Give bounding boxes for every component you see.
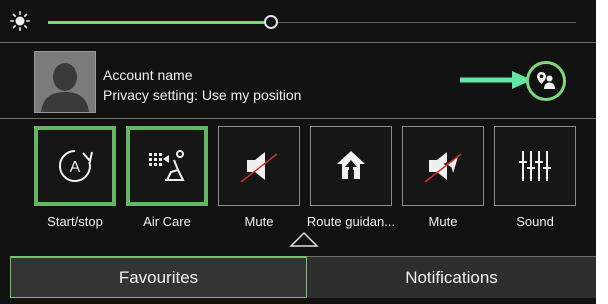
route-guidance-tile[interactable] [310, 126, 392, 206]
expand-handle-icon[interactable] [288, 230, 320, 248]
tab-notifications[interactable]: Notifications [307, 256, 596, 298]
quick-settings-panel: Account name Privacy setting: Use my pos… [0, 0, 596, 304]
slider-thumb[interactable] [264, 15, 278, 29]
privacy-setting[interactable]: Privacy setting: Use my position [103, 87, 301, 103]
sound-tile[interactable] [494, 126, 576, 206]
tab-notifications-label: Notifications [405, 267, 498, 287]
mute-tile[interactable] [218, 126, 300, 206]
equalizer-icon [519, 151, 551, 181]
navigation-mute-icon [424, 152, 462, 183]
person-silhouette-icon [35, 52, 95, 112]
speaker-mute-icon [240, 152, 278, 183]
tile-label: Mute [428, 214, 458, 229]
tile-label: Route guidan... [306, 214, 396, 229]
divider [0, 42, 596, 43]
brightness-slider[interactable] [0, 0, 596, 42]
slider-fill [48, 21, 270, 24]
svg-text:A: A [70, 159, 81, 176]
sun-icon [10, 11, 30, 31]
auto-start-stop-icon: A [59, 149, 93, 182]
route-guidance-icon [337, 151, 365, 179]
divider [0, 118, 596, 119]
start-stop-tile[interactable]: A [34, 126, 116, 206]
tab-favourites-label: Favourites [118, 267, 199, 287]
tile-label: Air Care [143, 214, 191, 229]
air-care-tile[interactable] [126, 126, 208, 206]
user-location-button[interactable] [526, 61, 566, 101]
account-name[interactable]: Account name [103, 67, 193, 83]
navigation-mute-tile[interactable] [402, 126, 484, 206]
tab-favourites[interactable]: Favourites [10, 256, 307, 298]
user-location-icon [537, 72, 555, 89]
tile-label: Start/stop [47, 214, 103, 229]
avatar[interactable] [34, 51, 96, 113]
tile-label: Mute [244, 214, 274, 229]
air-care-icon [149, 150, 185, 181]
tile-label: Sound [516, 214, 554, 229]
